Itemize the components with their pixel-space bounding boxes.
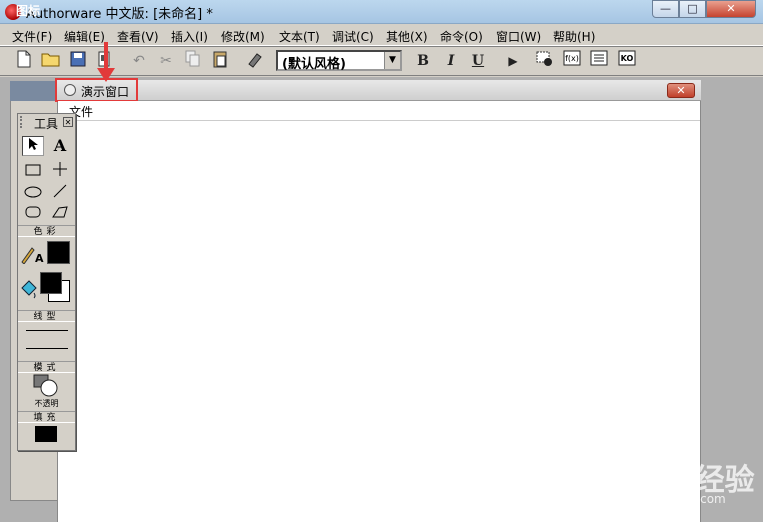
chevron-down-icon[interactable]: ▼	[384, 52, 400, 69]
diagonal-line-tool[interactable]	[49, 184, 71, 204]
ellipse-tool[interactable]	[22, 184, 44, 204]
text-style-select[interactable]: (默认风格) ▼	[276, 50, 402, 72]
copy-icon[interactable]	[182, 50, 204, 72]
rounded-rectangle-tool[interactable]	[22, 204, 44, 224]
menu-insert[interactable]: 插入(I)	[171, 28, 208, 45]
new-file-icon[interactable]	[13, 50, 35, 72]
knowledge-objects-label: KO	[621, 54, 634, 63]
menu-text[interactable]: 文本(T)	[279, 28, 320, 45]
menu-modify[interactable]: 修改(M)	[221, 28, 265, 45]
text-tool[interactable]: A	[49, 136, 71, 156]
line-style-section-label: 线型	[18, 310, 75, 322]
run-icon[interactable]: ▶	[502, 50, 524, 72]
menu-edit[interactable]: 编辑(E)	[64, 28, 105, 45]
knowledge-objects-button[interactable]: KO	[616, 50, 638, 72]
control-panel-icon[interactable]	[534, 50, 556, 72]
pencil-text-icon: A	[20, 244, 44, 265]
mode-section-label: 模式	[18, 361, 75, 373]
line-style-sample[interactable]	[26, 330, 68, 331]
icons-palette-title: 图标	[16, 4, 41, 18]
line-style-sample[interactable]	[26, 348, 68, 349]
drag-handle-icon[interactable]	[20, 116, 24, 128]
annotation-arrow	[104, 42, 108, 70]
bold-button[interactable]: B	[412, 50, 434, 72]
color-section-label: 色彩	[18, 225, 75, 237]
svg-text:A: A	[35, 252, 44, 264]
undo-icon[interactable]: ↶	[128, 50, 150, 72]
cut-icon[interactable]: ✂	[155, 50, 177, 72]
variables-icon[interactable]	[588, 50, 610, 72]
opaque-mode-icon[interactable]	[33, 374, 59, 398]
baidu-watermark-url: jingyan.baidu.com	[615, 492, 726, 506]
find-icon[interactable]	[244, 50, 266, 72]
orthogonal-line-tool[interactable]	[49, 162, 71, 182]
polygon-tool[interactable]	[49, 204, 71, 224]
icons-palette-titlebar[interactable]	[10, 81, 60, 101]
annotation-arrow-head	[97, 68, 115, 82]
functions-button[interactable]: f(x)	[561, 50, 583, 72]
menu-view[interactable]: 查看(V)	[117, 28, 159, 45]
mode-value: 不透明	[34, 399, 59, 408]
paint-bucket-icon	[19, 279, 39, 299]
minimize-button[interactable]: —	[652, 0, 679, 18]
pointer-tool[interactable]	[22, 136, 44, 156]
rectangle-tool[interactable]	[22, 162, 44, 182]
close-button[interactable]: ✕	[706, 0, 756, 18]
presentation-menu-bar	[58, 101, 700, 121]
tools-palette-title: 工具	[34, 117, 59, 131]
presentation-close-button[interactable]: ✕	[667, 83, 695, 98]
save-all-icon[interactable]	[68, 50, 90, 72]
text-style-value: (默认风格)	[282, 57, 346, 72]
foreground-color-swatch[interactable]	[40, 272, 62, 294]
maximize-button[interactable]: □	[679, 0, 706, 18]
menu-other[interactable]: 其他(X)	[386, 28, 428, 45]
underline-button[interactable]: U	[467, 50, 489, 72]
menu-help[interactable]: 帮助(H)	[553, 28, 595, 45]
open-folder-icon[interactable]	[40, 50, 62, 72]
functions-label: f(x)	[565, 54, 579, 63]
menu-command[interactable]: 命令(O)	[440, 28, 483, 45]
menu-debug[interactable]: 调试(C)	[332, 28, 374, 45]
paste-icon[interactable]	[209, 50, 231, 72]
fill-section-label: 填充	[18, 411, 75, 423]
close-icon[interactable]: ✕	[63, 117, 73, 127]
menu-bar	[0, 24, 763, 46]
presentation-titlebar[interactable]	[57, 80, 701, 101]
menu-file[interactable]: 文件(F)	[12, 28, 52, 45]
fill-pattern-swatch[interactable]	[35, 426, 57, 442]
line-text-color-swatch[interactable]	[47, 241, 70, 264]
menu-window[interactable]: 窗口(W)	[496, 28, 541, 45]
window-title: Authorware 中文版: [未命名] *	[26, 7, 213, 22]
italic-button[interactable]: I	[440, 50, 462, 72]
